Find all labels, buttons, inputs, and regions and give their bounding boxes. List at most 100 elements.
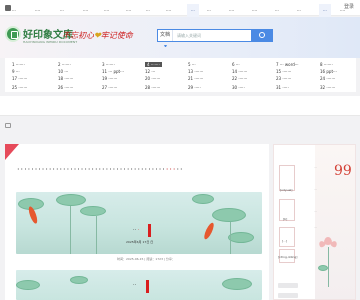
category-link[interactable]: 29 ····· xyxy=(188,85,201,90)
sidebar-vertical-text: ··· xyxy=(314,225,317,229)
breadcrumb-home-icon[interactable] xyxy=(5,123,11,128)
category-link[interactable]: 17 ······· xyxy=(12,76,27,81)
nav-bar xyxy=(0,96,360,116)
category-link[interactable]: 22 ······· xyxy=(232,76,247,81)
lotus-stem xyxy=(96,216,97,254)
cover-title-highlight: · xyxy=(137,227,140,233)
category-link[interactable]: 18 ······· xyxy=(58,76,73,81)
lotus-leaf xyxy=(70,276,88,284)
home-icon[interactable] xyxy=(5,5,11,11)
logo-icon[interactable] xyxy=(5,26,21,42)
login-link[interactable]: 登录 xyxy=(344,3,354,10)
sidebar-tag: [odyuel] xyxy=(280,188,293,192)
lotus-stem xyxy=(70,206,71,254)
cover-title-text: ·· xyxy=(133,227,137,233)
category-link[interactable]: 7 ··· word··· xyxy=(276,62,299,67)
document-cover[interactable]: ·· · 2025年6月 17日 日 xyxy=(16,192,262,254)
sidebar-button[interactable] xyxy=(278,293,298,298)
nav-item[interactable]: ··· xyxy=(319,4,331,17)
category-link[interactable]: 26 ······· xyxy=(58,85,73,90)
nav-item[interactable]: ···· xyxy=(104,8,109,13)
category-link[interactable]: 25 ······· xyxy=(12,85,27,90)
sidebar-tag: [···] xyxy=(282,239,288,243)
category-link[interactable]: 12 ··· xyxy=(145,69,155,74)
category-link[interactable]: 32 ······· xyxy=(320,85,335,90)
lotus-leaf xyxy=(192,194,214,204)
category-link[interactable]: 31 ····· xyxy=(276,85,289,90)
nav-item[interactable]: ··· xyxy=(297,8,301,13)
nav-item[interactable]: ···· xyxy=(340,8,345,13)
category-link[interactable]: 2 ······· xyxy=(58,62,71,67)
category-link[interactable]: 3 ······· xyxy=(102,62,115,67)
slogan: 不忘初心❤牢记使命 xyxy=(62,30,133,41)
sidebar-card[interactable] xyxy=(279,227,295,247)
nav-item[interactable]: ···· xyxy=(35,8,40,13)
lotus-leaf xyxy=(56,194,86,206)
nav-item[interactable]: ··· xyxy=(275,8,279,13)
category-link[interactable]: 1 ······· xyxy=(12,62,25,67)
nav-item[interactable]: ··· xyxy=(207,8,211,13)
category-link[interactable]: 24 ······· xyxy=(320,76,335,81)
nav-item[interactable]: ···· xyxy=(166,8,171,13)
category-link[interactable]: 14 ······· xyxy=(232,69,247,74)
cover-red-tag xyxy=(148,224,151,237)
document-title-highlight: ··· xyxy=(165,165,177,174)
nav-item[interactable]: ···· xyxy=(126,8,131,13)
document-title: ········································… xyxy=(17,165,184,174)
top-bar: 登录 xyxy=(0,0,360,16)
lotus-leaf xyxy=(222,278,252,290)
category-link[interactable]: 4 ······· xyxy=(145,62,162,67)
score-number: 99 xyxy=(334,163,352,179)
page-2-red-tag xyxy=(146,280,149,293)
lotus-leaf xyxy=(228,232,254,243)
slogan-part-2: 牢记使命 xyxy=(100,31,133,40)
lotus-leaf xyxy=(212,208,246,222)
category-link[interactable]: 6 ··· xyxy=(232,62,240,67)
document-page-2[interactable]: ·· xyxy=(16,270,262,300)
nav-item[interactable]: ··· xyxy=(187,4,199,17)
document-meta: 时间：2025-06-15 | 阅读：1723 | 分享： xyxy=(117,257,175,261)
category-link[interactable]: 23 ······· xyxy=(276,76,291,81)
category-link[interactable]: 28 ······· xyxy=(145,85,160,90)
nav-item[interactable]: ··· xyxy=(60,8,64,13)
search-button[interactable] xyxy=(251,29,273,42)
page-2-title: ·· xyxy=(133,282,137,288)
sidebar-vertical-text: ··· xyxy=(314,165,317,169)
slogan-part-1: 不忘初心 xyxy=(62,31,94,40)
nav-item[interactable]: ···· xyxy=(252,8,257,13)
koi-fish-icon xyxy=(202,221,216,241)
lotus-leaf xyxy=(80,206,106,216)
category-link[interactable]: 10 ··· xyxy=(58,69,68,74)
search-input[interactable]: 请输入关键词 xyxy=(177,33,201,39)
category-link[interactable]: 5 ··· xyxy=(188,62,196,67)
category-link[interactable]: 27 ······· xyxy=(102,85,117,90)
search-bar: 文档 请输入关键词 xyxy=(157,29,273,47)
document-main: ········································… xyxy=(5,144,269,300)
nav-item[interactable]: ···· xyxy=(83,8,88,13)
cover-title: ·· · xyxy=(133,227,139,233)
sidebar-vertical-text: ··· xyxy=(314,187,317,191)
category-link[interactable]: 20 ······· xyxy=(145,76,160,81)
heart-icon: ❤ xyxy=(94,30,101,40)
lotus-leaf xyxy=(16,280,40,290)
category-link[interactable]: 8 ······· xyxy=(320,62,333,67)
document-title-main: ········································… xyxy=(17,165,166,174)
nav-item[interactable]: ··· xyxy=(146,8,150,13)
category-link[interactable]: 11 ··· ppt··· xyxy=(102,69,124,74)
category-link[interactable]: 30 ····· xyxy=(232,85,245,90)
category-link[interactable]: 19 ······· xyxy=(102,76,117,81)
category-link[interactable]: 9 ··· xyxy=(12,69,20,74)
search-type-select[interactable]: 文档 xyxy=(158,30,173,47)
ribbon-decoration xyxy=(5,144,19,160)
cover-date: 2025年6月 17日 日 xyxy=(126,240,154,244)
chevron-down-icon xyxy=(163,44,167,47)
nav-item[interactable]: ···· xyxy=(229,8,234,13)
sidebar-button[interactable] xyxy=(278,283,298,288)
lotus-stem xyxy=(328,247,329,287)
lotus-stem xyxy=(230,222,231,254)
nav-item[interactable]: ··· xyxy=(12,8,16,13)
category-link[interactable]: 15 ······· xyxy=(276,69,291,74)
category-link[interactable]: 21 ······· xyxy=(188,76,203,81)
category-link[interactable]: 13 ······· xyxy=(188,69,203,74)
category-link[interactable]: 16 ppt··· xyxy=(320,69,337,74)
